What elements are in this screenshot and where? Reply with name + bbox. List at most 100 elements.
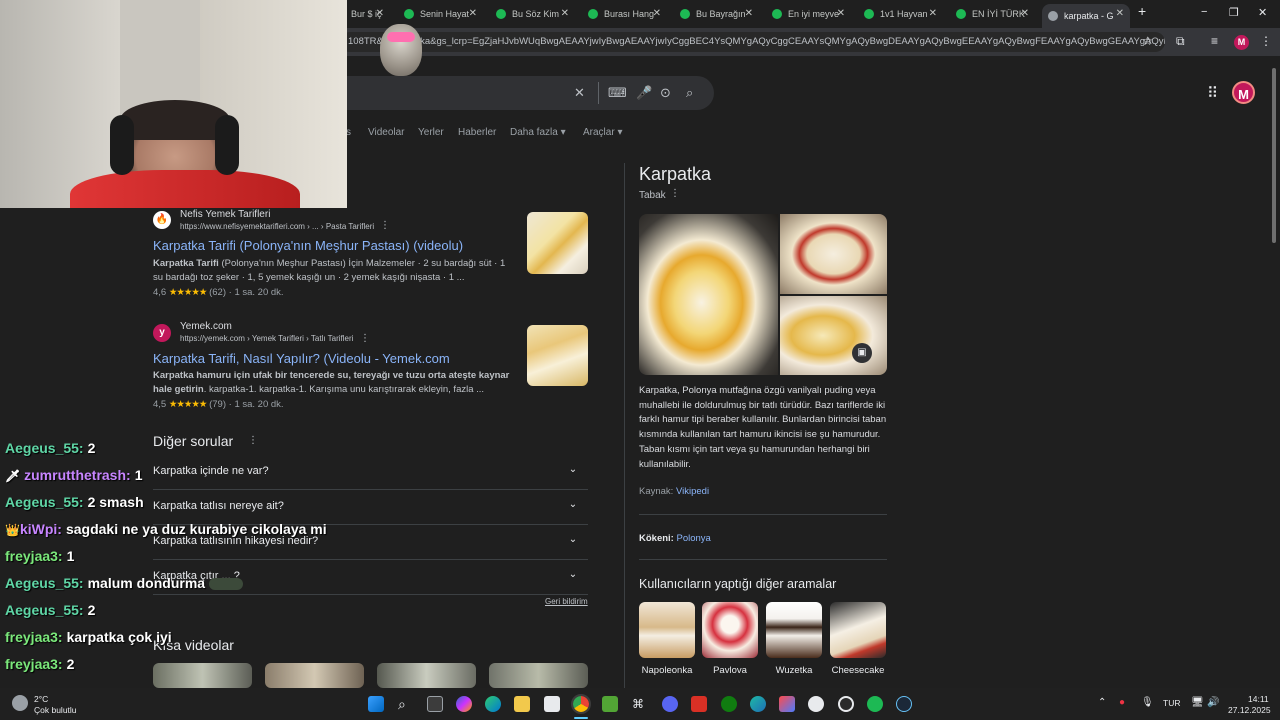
chevron-down-icon[interactable]: ⌄ <box>564 461 582 479</box>
tray-app-icon[interactable]: ● <box>1119 697 1125 708</box>
result-menu-icon[interactable]: ⋮ <box>360 333 370 344</box>
spotify-icon[interactable] <box>867 696 883 712</box>
close-window-button[interactable]: ✕ <box>1258 6 1267 19</box>
search-box[interactable]: ✕ ⌨ 🎤 ⊙ ⌕ <box>340 76 714 110</box>
minecraft-icon[interactable] <box>602 696 618 712</box>
app-icon[interactable] <box>808 696 824 712</box>
maximize-button[interactable]: ❐ <box>1229 6 1239 19</box>
related-search-item[interactable]: Napoleonka <box>639 602 695 676</box>
close-tab-icon[interactable]: ✕ <box>1021 8 1029 19</box>
tab-search-icon[interactable]: ≡ <box>1211 34 1218 48</box>
terminal-icon[interactable]: ⌘ <box>632 696 648 712</box>
calendar-app-icon[interactable] <box>691 696 707 712</box>
result-thumbnail[interactable] <box>527 212 588 274</box>
browser-tab[interactable]: EN İYİ TÜRK ✕ <box>950 4 1035 24</box>
related-search-item[interactable]: Pavlova <box>702 602 758 676</box>
chevron-down-icon[interactable]: ⌄ <box>564 566 582 584</box>
m365-icon[interactable] <box>779 696 795 712</box>
origin-link[interactable]: Polonya <box>676 533 710 544</box>
browser-tab[interactable]: Bur $ iç ✕ <box>345 4 390 24</box>
browser-tab[interactable]: Burası Hang ✕ <box>582 4 667 24</box>
steam-icon[interactable] <box>896 696 912 712</box>
close-tab-icon[interactable]: ✕ <box>1116 8 1124 19</box>
browser-tab[interactable]: En iyi meyve ✕ <box>766 4 851 24</box>
result-title-link[interactable]: Karpatka Tarifi (Polonya'nın Meşhur Past… <box>153 238 463 253</box>
result-title-link[interactable]: Karpatka Tarifi, Nasıl Yapılır? (Videolu… <box>153 351 450 366</box>
result-menu-icon[interactable]: ⋮ <box>380 220 390 231</box>
profile-avatar[interactable]: M <box>1234 35 1249 50</box>
start-icon[interactable] <box>368 696 384 712</box>
source-link[interactable]: Vikipedi <box>676 486 709 497</box>
video-thumbnail[interactable] <box>377 663 476 688</box>
browser-tab-active[interactable]: karpatka - G ✕ <box>1042 4 1130 28</box>
kp-menu-icon[interactable]: ⋮ <box>670 188 680 199</box>
xbox-icon[interactable] <box>721 696 737 712</box>
faq-item[interactable]: Karpatka tatlısı nereye ait? ⌄ <box>153 490 588 525</box>
volume-icon[interactable]: 🔊 <box>1207 697 1219 708</box>
discord-icon[interactable] <box>662 696 678 712</box>
nav-tab-videos[interactable]: Videolar <box>368 127 405 138</box>
task-view-icon[interactable] <box>427 696 443 712</box>
video-thumbnail[interactable] <box>489 663 588 688</box>
weather-temp[interactable]: 2°C <box>34 694 48 704</box>
result-thumbnail[interactable] <box>527 325 588 386</box>
result-url[interactable]: https://www.nefisyemektarifleri.com › ..… <box>180 222 374 231</box>
extensions-icon[interactable]: ⧉ <box>1176 34 1185 49</box>
video-thumbnail[interactable] <box>265 663 364 688</box>
close-tab-icon[interactable]: ✕ <box>561 8 569 19</box>
kp-image[interactable] <box>780 214 887 294</box>
faq-menu-icon[interactable]: ⋮ <box>248 435 258 446</box>
app-icon[interactable] <box>750 696 766 712</box>
nav-tab-news[interactable]: Haberler <box>458 127 496 138</box>
search-icon[interactable]: ⌕ <box>398 696 414 712</box>
edge-icon[interactable] <box>485 696 501 712</box>
weather-icon[interactable] <box>12 695 28 711</box>
browser-tab[interactable]: Bu Bayrağın ✕ <box>674 4 759 24</box>
image-gallery-icon[interactable]: ▣ <box>852 343 872 363</box>
file-explorer-icon[interactable] <box>514 696 530 712</box>
clear-search-icon[interactable]: ✕ <box>574 85 585 101</box>
more-menu-icon[interactable]: ⋮ <box>1260 34 1272 48</box>
close-tab-icon[interactable]: ✕ <box>469 8 477 19</box>
new-tab-button[interactable]: + <box>1138 3 1146 19</box>
close-tab-icon[interactable]: ✕ <box>929 8 937 19</box>
nav-tab-more[interactable]: Daha fazla ▾ <box>510 127 566 138</box>
clock-time[interactable]: 14:11 <box>1248 694 1269 704</box>
nav-tab-places[interactable]: Yerler <box>418 127 444 138</box>
bookmark-star-icon[interactable]: ☆ <box>1142 34 1153 48</box>
scrollbar-thumb[interactable] <box>1272 68 1276 243</box>
browser-tab[interactable]: 1v1 Hayvan ✕ <box>858 4 943 24</box>
store-icon[interactable] <box>544 696 560 712</box>
chevron-down-icon[interactable]: ⌄ <box>564 531 582 549</box>
close-tab-icon[interactable]: ✕ <box>837 8 845 19</box>
chevron-down-icon[interactable]: ⌄ <box>564 496 582 514</box>
apps-grid-icon[interactable]: ⠿ <box>1207 84 1218 102</box>
kp-image[interactable] <box>780 296 887 375</box>
related-search-item[interactable]: Cheesecake <box>830 602 886 676</box>
keyboard-icon[interactable]: ⌨ <box>608 85 627 101</box>
browser-tab[interactable]: Bu Söz Kim ✕ <box>490 4 575 24</box>
feedback-link[interactable]: Geri bildirim <box>545 597 588 606</box>
close-tab-icon[interactable]: ✕ <box>653 8 661 19</box>
microphone-icon[interactable]: 🎤 <box>636 85 652 101</box>
network-icon[interactable]: 🖥 <box>1191 697 1204 708</box>
copilot-icon[interactable] <box>456 696 472 712</box>
close-tab-icon[interactable]: ✕ <box>745 8 753 19</box>
result-url[interactable]: https://yemek.com › Yemek Tarifleri › Ta… <box>180 334 353 343</box>
obs-icon[interactable] <box>838 696 854 712</box>
browser-tab[interactable]: Senin Hayat ✕ <box>398 4 483 24</box>
address-bar[interactable]: 108TR&q=karpatka&gs_lcrp=EgZjaHJvbWUqBwg… <box>340 32 1165 52</box>
microphone-tray-icon[interactable]: 🎙 <box>1141 697 1154 708</box>
lens-icon[interactable]: ⊙ <box>660 85 671 101</box>
faq-item[interactable]: Karpatka içinde ne var? ⌄ <box>153 455 588 490</box>
close-tab-icon[interactable]: ✕ <box>376 8 384 19</box>
kp-main-image[interactable] <box>639 214 778 375</box>
related-search-item[interactable]: Wuzetka <box>766 602 822 676</box>
video-thumbnail[interactable] <box>153 663 252 688</box>
minimize-button[interactable]: − <box>1201 6 1207 18</box>
language-indicator[interactable]: TUR <box>1163 698 1180 708</box>
google-account-avatar[interactable]: M <box>1232 81 1255 104</box>
weather-desc[interactable]: Çok bulutlu <box>34 705 77 715</box>
page-scrollbar[interactable] <box>1270 60 1278 686</box>
chrome-icon[interactable] <box>571 694 591 714</box>
